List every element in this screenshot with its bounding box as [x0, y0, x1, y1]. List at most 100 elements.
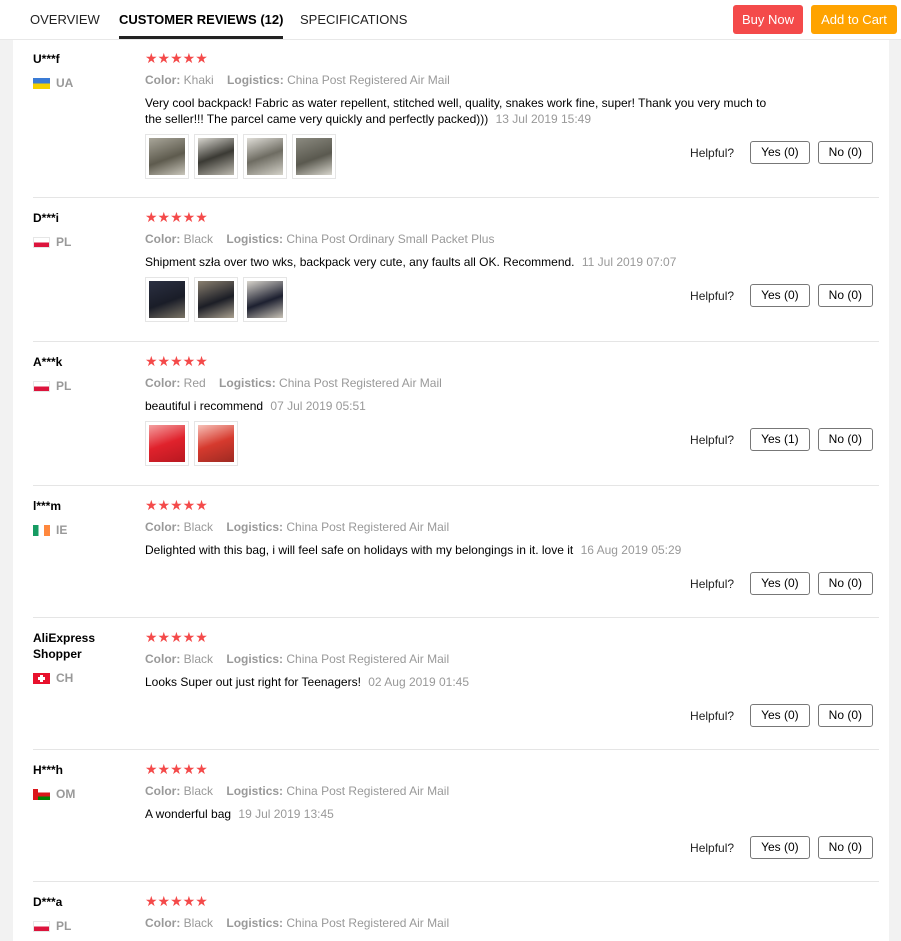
- review-text: Shipment szła over two wks, backpack ver…: [145, 254, 785, 270]
- reviewer-country: PL: [33, 235, 71, 249]
- review-meta: Color: Black Logistics: China Post Regis…: [145, 916, 449, 930]
- add-to-cart-button[interactable]: Add to Cart: [811, 5, 897, 34]
- review-meta: Color: Black Logistics: China Post Ordin…: [145, 232, 494, 246]
- reviews-list: U***f UA ★★★★★ Color: Khaki Logistics: C…: [13, 40, 889, 941]
- color-label: Color:: [145, 784, 181, 798]
- color-label: Color:: [145, 916, 181, 930]
- review-item: l***m IE ★★★★★ Color: Black Logistics: C…: [33, 487, 879, 618]
- review-photo-thumbnail[interactable]: [243, 134, 287, 179]
- review-item: A***k PL ★★★★★ Color: Red Logistics: Chi…: [33, 343, 879, 486]
- review-content: Shipment szła over two wks, backpack ver…: [145, 255, 575, 269]
- star-rating: ★★★★★: [145, 761, 208, 777]
- helpful-vote: Helpful? Yes (0) No (0): [690, 572, 873, 595]
- helpful-no-button[interactable]: No (0): [817, 836, 873, 859]
- review-photo-thumbnail[interactable]: [292, 134, 336, 179]
- helpful-yes-button[interactable]: Yes (0): [750, 284, 810, 307]
- review-item: D***i PL ★★★★★ Color: Black Logistics: C…: [33, 199, 879, 342]
- ch-flag-icon: [33, 672, 50, 684]
- review-item: U***f UA ★★★★★ Color: Khaki Logistics: C…: [33, 40, 879, 198]
- review-photos: [145, 134, 336, 179]
- logistics-label: Logistics:: [226, 652, 284, 666]
- review-meta: Color: Khaki Logistics: China Post Regis…: [145, 73, 450, 87]
- review-content: Looks Super out just right for Teenagers…: [145, 675, 361, 689]
- review-meta: Color: Black Logistics: China Post Regis…: [145, 652, 449, 666]
- country-code: CH: [56, 671, 74, 685]
- reviewer-country: UA: [33, 76, 73, 90]
- review-photo-thumbnail[interactable]: [145, 277, 189, 322]
- helpful-no-button[interactable]: No (0): [817, 284, 873, 307]
- review-content: beautiful i recommend: [145, 399, 264, 413]
- review-text: Delighted with this bag, i will feel saf…: [145, 542, 785, 558]
- review-photo-thumbnail[interactable]: [194, 134, 238, 179]
- review-date: 19 Jul 2019 13:45: [238, 807, 334, 821]
- reviewer-name: D***a: [33, 895, 63, 909]
- country-code: PL: [56, 379, 72, 393]
- helpful-yes-button[interactable]: Yes (0): [750, 704, 810, 727]
- review-photos: [145, 277, 287, 322]
- review-item: D***a PL ★★★★★ Color: Black Logistics: C…: [33, 883, 879, 941]
- pl-flag-icon: [33, 920, 50, 932]
- review-date: 02 Aug 2019 01:45: [368, 675, 470, 689]
- country-code: OM: [56, 787, 76, 801]
- country-code: PL: [56, 919, 72, 933]
- review-meta: Color: Red Logistics: China Post Registe…: [145, 376, 442, 390]
- country-code: IE: [56, 523, 68, 537]
- color-label: Color:: [145, 73, 181, 87]
- review-photo-thumbnail[interactable]: [194, 277, 238, 322]
- tab-specifications[interactable]: SPECIFICATIONS: [300, 0, 407, 40]
- buy-now-button[interactable]: Buy Now: [733, 5, 803, 34]
- helpful-no-button[interactable]: No (0): [817, 572, 873, 595]
- reviewer-name: U***f: [33, 52, 60, 66]
- review-photo-thumbnail[interactable]: [145, 421, 189, 466]
- helpful-yes-button[interactable]: Yes (0): [750, 141, 810, 164]
- logistics-value: China Post Registered Air Mail: [286, 916, 450, 930]
- star-rating: ★★★★★: [145, 497, 208, 513]
- helpful-no-button[interactable]: No (0): [817, 428, 873, 451]
- review-photo-thumbnail[interactable]: [243, 277, 287, 322]
- helpful-no-button[interactable]: No (0): [817, 141, 873, 164]
- logistics-label: Logistics:: [226, 232, 284, 246]
- review-content: Very cool backpack! Fabric as water repe…: [145, 96, 767, 126]
- helpful-label: Helpful?: [690, 145, 735, 160]
- logistics-value: China Post Registered Air Mail: [286, 520, 450, 534]
- helpful-label: Helpful?: [690, 432, 735, 447]
- review-photo-thumbnail[interactable]: [194, 421, 238, 466]
- logistics-value: China Post Ordinary Small Packet Plus: [286, 232, 495, 246]
- helpful-yes-button[interactable]: Yes (0): [750, 836, 810, 859]
- helpful-vote: Helpful? Yes (0) No (0): [690, 836, 873, 859]
- review-date: 07 Jul 2019 05:51: [270, 399, 366, 413]
- helpful-yes-button[interactable]: Yes (1): [750, 428, 810, 451]
- logistics-label: Logistics:: [219, 376, 276, 390]
- reviewer-name: H***h: [33, 763, 64, 777]
- helpful-no-button[interactable]: No (0): [817, 704, 873, 727]
- tab-overview[interactable]: OVERVIEW: [30, 0, 100, 40]
- pl-flag-icon: [33, 380, 50, 392]
- right-gutter: [889, 40, 901, 941]
- star-rating: ★★★★★: [145, 629, 208, 645]
- review-date: 13 Jul 2019 15:49: [495, 112, 592, 126]
- color-value: Black: [183, 916, 214, 930]
- country-code: UA: [56, 76, 74, 90]
- helpful-yes-button[interactable]: Yes (0): [750, 572, 810, 595]
- reviewer-name: l***m: [33, 499, 62, 513]
- review-date: 11 Jul 2019 07:07: [581, 255, 677, 269]
- color-value: Black: [183, 520, 214, 534]
- review-item: AliExpress Shopper CH ★★★★★ Color: Black…: [33, 619, 879, 750]
- review-meta: Color: Black Logistics: China Post Regis…: [145, 520, 449, 534]
- color-value: Black: [183, 232, 214, 246]
- color-value: Black: [183, 652, 214, 666]
- review-text: beautiful i recommend 07 Jul 2019 05:51: [145, 398, 785, 414]
- star-rating: ★★★★★: [145, 893, 208, 909]
- reviewer-name: D***i: [33, 211, 60, 225]
- logistics-label: Logistics:: [226, 916, 284, 930]
- logistics-label: Logistics:: [226, 520, 284, 534]
- ua-flag-icon: [33, 77, 50, 89]
- tab-customer-reviews[interactable]: CUSTOMER REVIEWS (12): [119, 0, 284, 40]
- reviewer-country: CH: [33, 671, 73, 685]
- country-code: PL: [56, 235, 72, 249]
- review-photo-thumbnail[interactable]: [145, 134, 189, 179]
- logistics-value: China Post Registered Air Mail: [286, 784, 450, 798]
- pl-flag-icon: [33, 236, 50, 248]
- color-value: Red: [183, 376, 206, 390]
- color-label: Color:: [145, 652, 181, 666]
